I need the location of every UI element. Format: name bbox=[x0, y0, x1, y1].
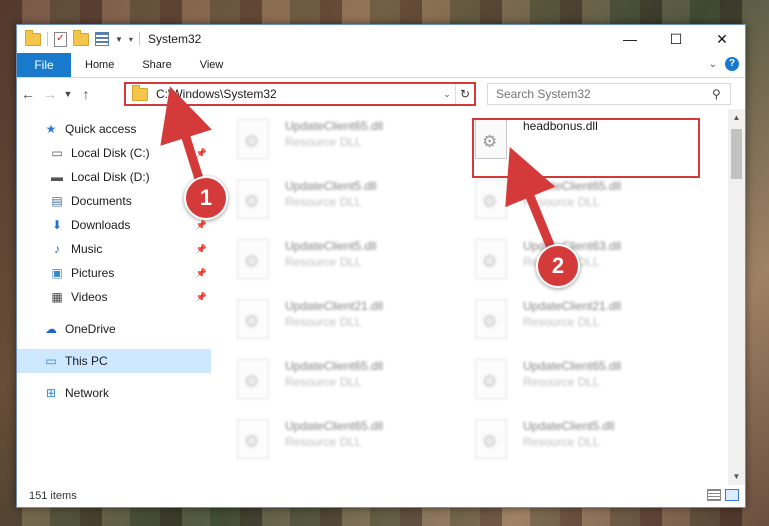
step-badge-1: 1 bbox=[184, 176, 228, 220]
step-badge-2: 2 bbox=[536, 244, 580, 288]
annotation-arrows bbox=[160, 86, 557, 255]
arrow-to-address-bar bbox=[160, 86, 212, 187]
arrow-to-headbonus-file bbox=[505, 147, 557, 255]
